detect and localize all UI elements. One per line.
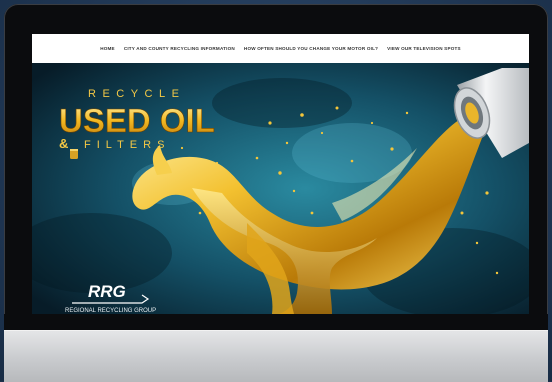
logo-mark: RRG bbox=[88, 282, 126, 301]
headline-filters: FILTERS bbox=[84, 139, 170, 151]
nav-link-change-motor-oil[interactable]: HOW OFTEN SHOULD YOU CHANGE YOUR MOTOR O… bbox=[244, 46, 378, 51]
headline-recycle: RECYCLE bbox=[88, 88, 185, 100]
hero-image: RECYCLE USED OIL & FILTERS RRG REGIONAL … bbox=[32, 63, 529, 314]
monitor-chin bbox=[4, 330, 548, 382]
headline-used-oil: USED OIL bbox=[59, 102, 215, 139]
nav-link-television-spots[interactable]: VIEW OUR TELEVISION SPOTS bbox=[387, 46, 461, 51]
headline-ampersand: & bbox=[59, 136, 68, 151]
oil-filter-icon bbox=[70, 149, 78, 159]
browser-viewport: HOME CITY AND COUNTY RECYCLING INFORMATI… bbox=[32, 34, 529, 314]
nav-link-home[interactable]: HOME bbox=[100, 46, 115, 51]
monitor-bottom-edge bbox=[4, 314, 548, 330]
monitor-frame: HOME CITY AND COUNTY RECYCLING INFORMATI… bbox=[4, 4, 548, 382]
nav-link-recycling-info[interactable]: CITY AND COUNTY RECYCLING INFORMATION bbox=[124, 46, 235, 51]
site-navbar: HOME CITY AND COUNTY RECYCLING INFORMATI… bbox=[32, 34, 529, 64]
hero-banner: RECYCLE USED OIL & FILTERS RRG REGIONAL … bbox=[32, 63, 529, 314]
